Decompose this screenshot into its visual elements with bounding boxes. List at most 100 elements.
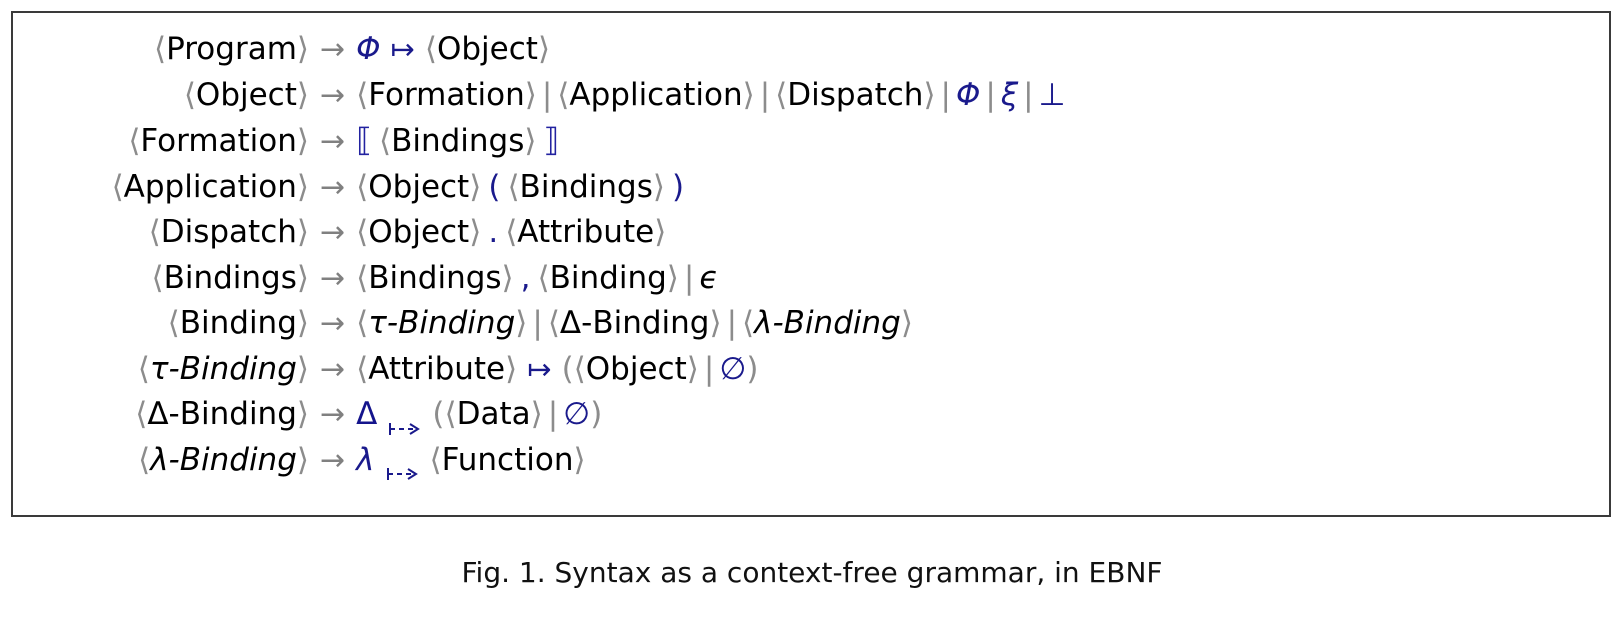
- angle-close-icon: ⟩: [900, 305, 913, 341]
- rule-lhs-formation: ⟨Formation⟩: [128, 123, 309, 159]
- angle-open-icon: ⟨: [444, 396, 457, 432]
- double-bracket-close-icon: ⟧: [543, 121, 560, 159]
- angle-open-icon: ⟨: [507, 168, 520, 205]
- rule-lhs-object: ⟨Object⟩: [183, 76, 309, 113]
- angle-open-icon: ⟨: [505, 214, 518, 250]
- angle-close-icon: ⟩: [524, 76, 537, 113]
- angle-open-icon: ⟨: [153, 31, 167, 67]
- rule-lhs-lambda-binding: ⟨λ-Binding⟩: [138, 441, 309, 478]
- angle-open-icon: ⟨: [138, 441, 151, 478]
- alternation-bar: |: [726, 305, 738, 341]
- angle-close-icon: ⟩: [686, 350, 699, 387]
- alternation-bar: |: [1023, 76, 1034, 113]
- angle-open-icon: ⟨: [537, 259, 550, 296]
- empty-set-symbol: ∅: [719, 350, 747, 387]
- angle-close-icon: ⟩: [296, 259, 309, 296]
- angle-close-icon: ⟩: [296, 441, 309, 478]
- grammar-frame: ⟨Program⟩ → Φ ↦ ⟨Object⟩ ⟨Object⟩ → ⟨Forma…: [11, 11, 1611, 517]
- angle-close-icon: ⟩: [296, 168, 309, 205]
- angle-open-icon: ⟨: [111, 168, 124, 205]
- angle-close-icon: ⟩: [469, 214, 482, 250]
- rule-rhs-object: ⟨Formation⟩ | ⟨Application⟩ | ⟨Dispatch⟩ | Φ | ξ…: [356, 76, 1066, 113]
- production-arrow-icon: →: [320, 442, 346, 478]
- rule-lhs-application: ⟨Application⟩: [111, 168, 309, 205]
- alternation-bar: |: [703, 350, 715, 387]
- rule-rhs-application: ⟨Object⟩(⟨Bindings⟩): [356, 168, 685, 205]
- angle-close-icon: ⟩: [296, 76, 309, 113]
- phi-symbol: Φ: [956, 76, 981, 113]
- angle-close-icon: ⟩: [530, 396, 543, 432]
- production-arrow-icon: →: [320, 169, 346, 205]
- empty-set-symbol: ∅: [563, 396, 591, 432]
- lambda-binding-name: λ-Binding: [754, 305, 901, 341]
- rule-rhs-delta-binding: Δ (⟨Data⟩ | ∅): [356, 396, 603, 435]
- rule-lhs-program: ⟨Program⟩: [153, 31, 309, 67]
- angle-open-icon: ⟨: [356, 350, 369, 387]
- angle-open-icon: ⟨: [128, 123, 141, 159]
- rule-rhs-dispatch: ⟨Object⟩. ⟨Attribute⟩: [356, 214, 667, 250]
- angle-open-icon: ⟨: [135, 396, 148, 432]
- alternation-bar: |: [532, 305, 543, 341]
- angle-open-icon: ⟨: [378, 123, 392, 159]
- grammar-rule-dispatch: ⟨Dispatch⟩ → ⟨Object⟩. ⟨Attribute⟩: [13, 210, 1609, 256]
- angle-close-icon: ⟩: [666, 259, 679, 296]
- angle-open-icon: ⟨: [148, 214, 161, 250]
- angle-open-icon: ⟨: [137, 350, 150, 387]
- alternation-bar: |: [541, 76, 553, 113]
- grammar-rule-delta-binding: ⟨Δ-Binding⟩ → Δ (⟨Data⟩ | ∅): [13, 392, 1609, 438]
- angle-open-icon: ⟨: [356, 259, 369, 296]
- angle-close-icon: ⟩: [524, 123, 537, 159]
- dashed-mapsto-icon: [388, 405, 424, 435]
- rule-lhs-delta-binding: ⟨Δ-Binding⟩: [135, 396, 309, 432]
- group-paren-close: ): [590, 396, 603, 432]
- rule-lhs-binding: ⟨Binding⟩: [167, 305, 309, 341]
- production-arrow-icon: →: [320, 77, 346, 113]
- bottom-symbol: ⊥: [1038, 76, 1066, 113]
- lambda-symbol: λ: [356, 441, 375, 478]
- grammar-rule-object: ⟨Object⟩ → ⟨Formation⟩ | ⟨Application⟩ | ⟨Di…: [13, 73, 1609, 119]
- mapsto-icon: ↦: [390, 32, 415, 66]
- delta-binding-name: Δ-Binding: [559, 305, 710, 341]
- double-bracket-open-icon: ⟦: [356, 121, 372, 159]
- phi-symbol: Φ: [356, 31, 381, 67]
- angle-close-icon: ⟩: [296, 350, 309, 387]
- alternation-bar: |: [547, 396, 559, 432]
- angle-close-icon: ⟩: [537, 31, 551, 67]
- angle-close-icon: ⟩: [654, 214, 667, 250]
- rule-rhs-bindings: ⟨Bindings⟩, ⟨Binding⟩ | ϵ: [356, 259, 719, 296]
- angle-open-icon: ⟨: [151, 259, 164, 296]
- angle-close-icon: ⟩: [515, 305, 528, 341]
- angle-open-icon: ⟨: [573, 350, 586, 387]
- production-arrow-icon: →: [320, 215, 346, 250]
- angle-close-icon: ⟩: [296, 214, 309, 250]
- angle-close-icon: ⟩: [573, 441, 586, 478]
- angle-open-icon: ⟨: [775, 76, 788, 113]
- tau-binding-name: τ-Binding: [368, 305, 516, 341]
- rule-lhs-tau-binding: ⟨τ-Binding⟩: [137, 350, 309, 387]
- production-arrow-icon: →: [320, 351, 346, 387]
- angle-close-icon: ⟩: [296, 396, 309, 432]
- alternation-bar: |: [940, 76, 951, 113]
- grammar-rule-lambda-binding: ⟨λ-Binding⟩ → λ ⟨Function⟩: [13, 438, 1609, 484]
- angle-close-icon: ⟩: [296, 123, 309, 159]
- angle-open-icon: ⟨: [356, 214, 369, 250]
- delta-symbol: Δ: [356, 396, 378, 432]
- angle-open-icon: ⟨: [167, 305, 180, 341]
- angle-close-icon: ⟩: [742, 76, 755, 113]
- angle-open-icon: ⟨: [356, 168, 369, 205]
- production-arrow-icon: →: [320, 397, 346, 432]
- angle-close-icon: ⟩: [505, 350, 518, 387]
- angle-open-icon: ⟨: [429, 441, 442, 478]
- paren-close-terminal: ): [671, 168, 685, 205]
- rule-rhs-binding: ⟨τ-Binding⟩ | ⟨Δ-Binding⟩ | ⟨λ-Binding⟩: [356, 301, 913, 347]
- angle-open-icon: ⟨: [356, 305, 369, 341]
- angle-open-icon: ⟨: [557, 76, 570, 113]
- angle-close-icon: ⟩: [501, 259, 514, 296]
- production-arrow-icon: →: [320, 306, 346, 341]
- grammar-rule-list: ⟨Program⟩ → Φ ↦ ⟨Object⟩ ⟨Object⟩ → ⟨Forma…: [13, 27, 1609, 483]
- angle-close-icon: ⟩: [296, 31, 309, 67]
- figure-caption: Fig. 1. Syntax as a context-free grammar…: [461, 556, 1163, 589]
- rule-lhs-bindings: ⟨Bindings⟩: [151, 259, 309, 296]
- rule-rhs-lambda-binding: λ ⟨Function⟩: [356, 441, 586, 480]
- epsilon-symbol: ϵ: [699, 259, 719, 296]
